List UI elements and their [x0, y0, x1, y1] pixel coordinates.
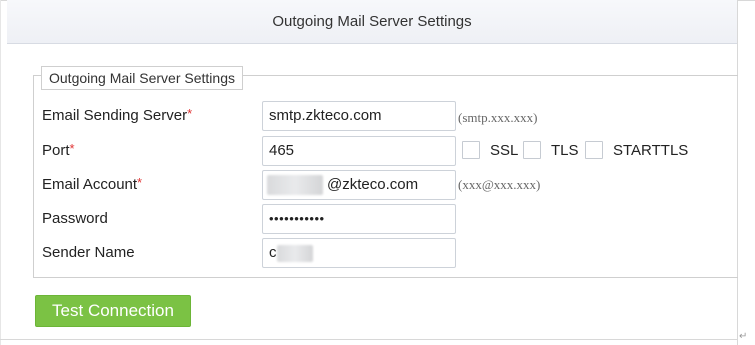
port-input[interactable]: 465	[262, 136, 456, 166]
email-account-input[interactable]: @zkteco.com	[262, 170, 456, 200]
email-account-value: @zkteco.com	[327, 176, 419, 193]
email-account-hint: (xxx@xxx.xxx)	[458, 177, 541, 192]
page-title: Outgoing Mail Server Settings	[7, 0, 737, 44]
password-label: Password	[42, 210, 108, 227]
password-value: •••••••••••	[269, 211, 325, 226]
port-label: Port*	[42, 141, 75, 159]
frame-bottom-border	[0, 339, 738, 340]
frame-left-border	[0, 0, 1, 345]
email-server-input[interactable]: smtp.zkteco.com	[262, 101, 456, 131]
email-server-label: Email Sending Server*	[42, 106, 193, 124]
return-mark-icon: ↵	[739, 331, 748, 342]
email-account-label-text: Email Account	[42, 176, 138, 193]
test-connection-button[interactable]: Test Connection	[35, 295, 191, 327]
email-account-label: Email Account*	[42, 175, 143, 193]
tls-label: TLS	[551, 142, 579, 159]
sender-name-label: Sender Name	[42, 244, 135, 261]
required-marker: *	[137, 175, 143, 190]
required-marker: *	[69, 141, 75, 156]
port-value: 465	[269, 142, 295, 159]
sender-name-input[interactable]: c	[262, 238, 456, 268]
starttls-checkbox[interactable]	[585, 141, 603, 159]
email-server-hint: (smtp.xxx.xxx)	[458, 110, 538, 125]
redacted-sender-name	[277, 245, 313, 262]
password-input[interactable]: •••••••••••	[262, 204, 456, 234]
port-label-text: Port	[42, 142, 70, 159]
ssl-checkbox[interactable]	[462, 141, 480, 159]
email-server-label-text: Email Sending Server	[42, 107, 188, 124]
email-server-value: smtp.zkteco.com	[269, 107, 382, 124]
starttls-label: STARTTLS	[613, 142, 689, 159]
fieldset-legend: Outgoing Mail Server Settings	[41, 66, 243, 90]
ssl-label: SSL	[490, 142, 519, 159]
tls-checkbox[interactable]	[523, 141, 541, 159]
required-marker: *	[187, 106, 193, 121]
sender-name-value: c	[269, 244, 277, 261]
redacted-username	[267, 175, 323, 195]
